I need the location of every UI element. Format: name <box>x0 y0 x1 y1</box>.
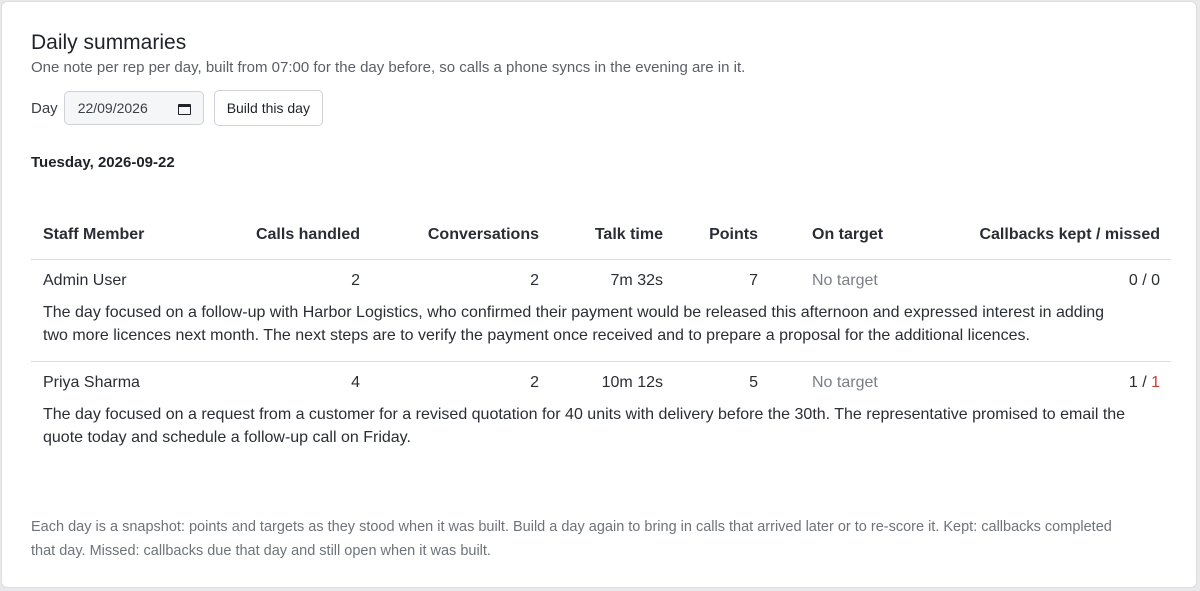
page-subtitle: One note per rep per day, built from 07:… <box>31 59 746 76</box>
column-header-talk-time: Talk time <box>594 226 663 243</box>
day-controls: Day 22/09/2026 Build this day <box>31 90 323 126</box>
daily-summaries-card: Daily summaries One note per rep per day… <box>1 1 1197 588</box>
table-header-row: Staff Member Calls handled Conversations… <box>31 214 1171 259</box>
callbacks-kept-missed: 1 / 1 <box>1129 374 1160 392</box>
talk-time: 10m 12s <box>601 374 663 391</box>
callbacks-separator: / <box>1137 374 1152 391</box>
column-header-calls-handled: Calls handled <box>255 226 360 243</box>
on-target: No target <box>812 374 878 391</box>
conversations: 2 <box>530 374 539 391</box>
table-row-metrics: Priya Sharma 4 2 10m 12s 5 No target 1 /… <box>31 362 1171 407</box>
points: 5 <box>749 374 758 391</box>
column-header-on-target: On target <box>812 226 884 243</box>
footnote: Each day is a snapshot: points and targe… <box>31 519 1112 559</box>
day-label: Day <box>31 99 58 117</box>
callbacks-missed: 0 <box>1151 272 1160 289</box>
on-target: No target <box>812 272 878 289</box>
callbacks-missed: 1 <box>1151 374 1160 391</box>
points: 7 <box>749 272 758 289</box>
column-header-callbacks: Callbacks kept / missed <box>979 226 1160 243</box>
column-header-conversations: Conversations <box>427 226 539 243</box>
column-header-points: Points <box>709 226 758 243</box>
talk-time: 7m 32s <box>610 272 663 289</box>
day-summary-note: The day focused on a request from a cust… <box>43 406 1126 446</box>
summary-table: Staff Member Calls handled Conversations… <box>31 214 1171 449</box>
callbacks-kept: 0 <box>1128 272 1138 289</box>
column-header-staff-member: Staff Member <box>43 226 145 243</box>
table-row: Priya Sharma 4 2 10m 12s 5 No target 1 /… <box>31 362 1171 449</box>
calls-handled: 4 <box>351 374 360 391</box>
conversations: 2 <box>530 272 539 289</box>
page-title: Daily summaries <box>31 31 187 54</box>
callbacks-kept-missed: 0 / 0 <box>1129 272 1160 290</box>
day-date-input[interactable]: 22/09/2026 <box>63 91 204 125</box>
day-summary-note: The day focused on a follow-up with Harb… <box>43 304 1105 344</box>
date-heading: Tuesday, 2026-09-22 <box>31 154 175 171</box>
staff-name: Priya Sharma <box>43 374 140 391</box>
staff-name: Admin User <box>43 272 127 289</box>
calls-handled: 2 <box>351 272 360 289</box>
callbacks-kept: 1 <box>1128 374 1138 391</box>
table-row: Admin User 2 2 7m 32s 7 No target 0 / 0 … <box>31 260 1171 347</box>
table-row-metrics: Admin User 2 2 7m 32s 7 No target 0 / 0 <box>31 260 1171 305</box>
build-this-day-button[interactable]: Build this day <box>213 90 323 126</box>
calendar-icon[interactable] <box>177 102 191 115</box>
callbacks-separator: / <box>1137 272 1152 289</box>
date-value: 22/09/2026 <box>77 100 148 116</box>
